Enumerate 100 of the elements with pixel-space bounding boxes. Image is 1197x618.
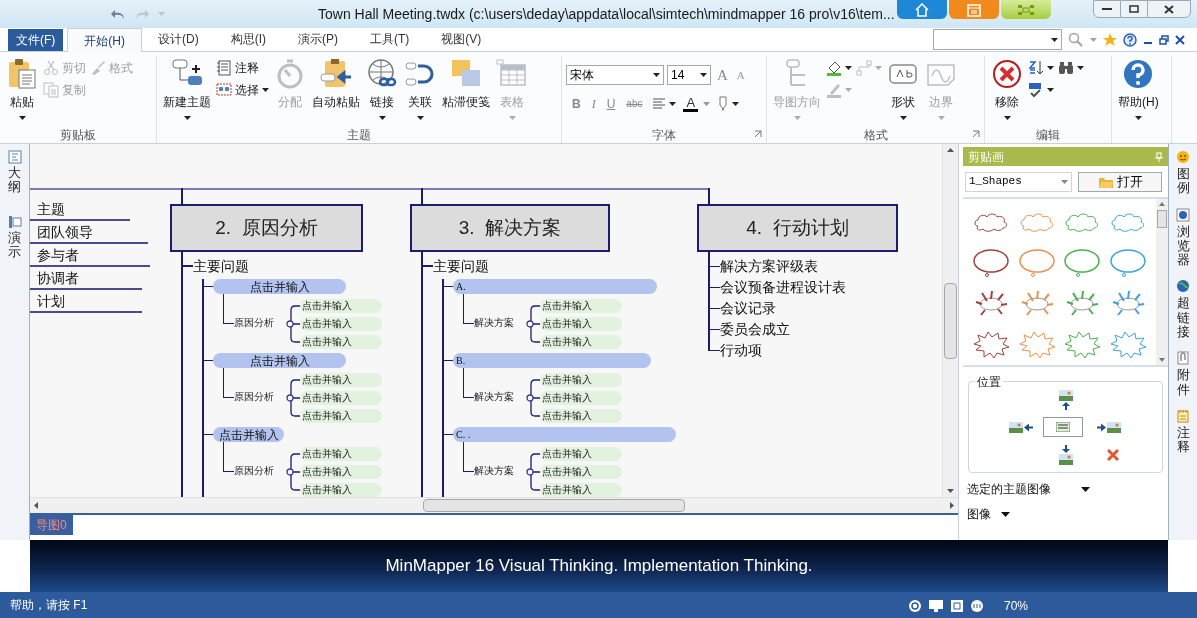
ribbon-button[interactable]: 帮助(H)	[1116, 56, 1161, 126]
close-icon[interactable]	[1175, 34, 1185, 45]
leaf-topic[interactable]: 点击并输入	[300, 373, 382, 387]
leaf-topic[interactable]: 点击并输入	[300, 409, 382, 423]
leaf-topic[interactable]: 点击并输入	[300, 299, 382, 313]
central-topic[interactable]: 3. 解决方案	[410, 204, 610, 252]
subtopic[interactable]: 原因分析	[234, 463, 286, 478]
minimize-button[interactable]	[1093, 0, 1121, 18]
branch-topic[interactable]: A.	[453, 279, 657, 294]
scroll-thumb[interactable]	[944, 282, 957, 359]
subtopic[interactable]: 会议记录	[720, 298, 776, 319]
subtopic[interactable]: 会议预备进程设计表	[720, 277, 846, 298]
ribbon-button[interactable]: 新建主题	[161, 56, 213, 126]
font-style-button[interactable]: abc	[623, 96, 646, 111]
menu-tab[interactable]: 演示(P)	[282, 27, 354, 51]
scroll-thumb[interactable]	[423, 499, 685, 512]
leaf-topic[interactable]: 点击并输入	[540, 299, 622, 313]
home-button[interactable]	[897, 0, 947, 19]
image-left-icon[interactable]	[1009, 422, 1033, 433]
central-topic[interactable]: 2. 原因分析	[170, 204, 363, 252]
image-dropdown[interactable]: 图像	[967, 505, 1168, 523]
open-button[interactable]: 打开	[1078, 171, 1162, 192]
dialog-launcher-icon[interactable]	[972, 130, 980, 138]
actual-size-icon[interactable]	[970, 599, 984, 613]
image-dropdown[interactable]: 选定的主题图像	[967, 480, 1168, 498]
scroll-thumb[interactable]	[1157, 210, 1167, 228]
side-tab[interactable]: 图例	[1176, 150, 1190, 196]
help-icon[interactable]	[1123, 32, 1137, 47]
ribbon-button[interactable]: 注释	[215, 58, 270, 78]
search-icon[interactable]	[1068, 31, 1084, 48]
ribbon-button[interactable]: 自动粘贴	[310, 56, 362, 126]
menu-tab[interactable]: 文件(F)	[8, 29, 64, 51]
menu-tab[interactable]: 开始(H)	[67, 28, 142, 52]
side-tab[interactable]: 浏览器	[1176, 207, 1190, 268]
leaf-topic[interactable]: 点击并输入	[540, 317, 622, 331]
subtopic[interactable]: 主要问题	[433, 255, 489, 277]
fit-page-icon[interactable]	[950, 599, 964, 613]
monitor-icon[interactable]	[928, 599, 944, 613]
vertical-scrollbar[interactable]	[942, 144, 958, 497]
map-topic[interactable]: 主题	[30, 198, 130, 221]
branch-topic[interactable]: 点击并输入	[213, 279, 346, 294]
menu-tab[interactable]: 视图(V)	[425, 27, 498, 51]
image-above-icon[interactable]	[1059, 390, 1073, 410]
subtopic[interactable]: 委员会成立	[720, 319, 790, 340]
map-topic[interactable]: 计划	[30, 290, 142, 313]
close-button[interactable]	[1147, 0, 1191, 18]
map-topic[interactable]: 协调者	[30, 267, 142, 290]
maximize-button[interactable]	[1121, 0, 1147, 18]
delete-icon[interactable]	[1107, 449, 1119, 461]
font-style-button[interactable]: A	[683, 95, 699, 112]
subtopic[interactable]: 原因分析	[234, 315, 286, 330]
leaf-topic[interactable]: 点击并输入	[300, 391, 382, 405]
subtopic[interactable]: 主要问题	[193, 255, 249, 277]
branch-topic[interactable]: C. .	[453, 427, 676, 442]
leaf-topic[interactable]: 点击并输入	[540, 465, 622, 479]
ribbon-button[interactable]: 粘贴	[4, 56, 40, 126]
menu-tab[interactable]: 工具(T)	[354, 27, 426, 51]
ribbon-button[interactable]: 形状	[885, 56, 921, 126]
restore-icon[interactable]	[1159, 34, 1169, 45]
map-topic[interactable]: 团队领导	[30, 221, 148, 244]
ribbon-button[interactable]	[1027, 80, 1055, 100]
branch-topic[interactable]: 点击并输入	[213, 353, 346, 368]
speech-bubble-drawing[interactable]	[971, 248, 1010, 278]
ribbon-button[interactable]: 移除	[989, 56, 1025, 126]
menu-tab[interactable]: 设计(D)	[142, 27, 215, 51]
gallery-scrollbar[interactable]	[1156, 199, 1168, 365]
font-name-field[interactable]: 宋体	[566, 65, 664, 86]
branch-topic[interactable]: B.	[453, 353, 651, 368]
horizontal-scrollbar[interactable]	[30, 497, 958, 513]
subtopic[interactable]: 解决方案	[474, 389, 526, 404]
leaf-topic[interactable]: 点击并输入	[300, 483, 382, 497]
subtopic[interactable]: 原因分析	[234, 389, 286, 404]
subtopic[interactable]: 解决方案评级表	[720, 256, 818, 277]
leaf-topic[interactable]: 点击并输入	[300, 447, 382, 461]
font-size-field[interactable]: 14	[667, 65, 711, 86]
leaf-topic[interactable]: 点击并输入	[300, 465, 382, 479]
library-dropdown[interactable]: 1_Shapes	[965, 171, 1072, 192]
side-tab[interactable]: 附件	[1176, 351, 1190, 397]
leaf-topic[interactable]: 点击并输入	[540, 391, 622, 405]
caret-icon[interactable]	[1090, 37, 1097, 42]
ribbon-button[interactable]: 粘滞便笺	[440, 56, 492, 126]
calendar-button[interactable]	[949, 0, 999, 19]
center-position-button[interactable]	[1043, 417, 1083, 437]
leaf-topic[interactable]: 点击并输入	[540, 335, 622, 349]
network-button[interactable]	[1001, 0, 1051, 19]
map-topic[interactable]: 参与者	[30, 244, 150, 267]
star-icon[interactable]	[1103, 32, 1117, 47]
side-tab[interactable]: 演示	[7, 214, 22, 260]
branch-topic[interactable]: 点击并输入	[213, 427, 284, 442]
subtopic[interactable]: 解决方案	[474, 463, 526, 478]
image-right-icon[interactable]	[1097, 422, 1121, 433]
side-tab[interactable]: 大纲	[7, 150, 22, 195]
ribbon-button[interactable]: 链接	[364, 56, 400, 126]
leaf-topic[interactable]: 点击并输入	[300, 317, 382, 331]
side-tab[interactable]: 注释	[1176, 408, 1190, 455]
leaf-topic[interactable]: 点击并输入	[540, 373, 622, 387]
menu-tab[interactable]: 构思(I)	[214, 27, 282, 51]
font-style-button[interactable]: A	[714, 64, 731, 87]
dialog-launcher-icon[interactable]	[754, 130, 762, 138]
font-style-button[interactable]: I	[588, 94, 599, 113]
